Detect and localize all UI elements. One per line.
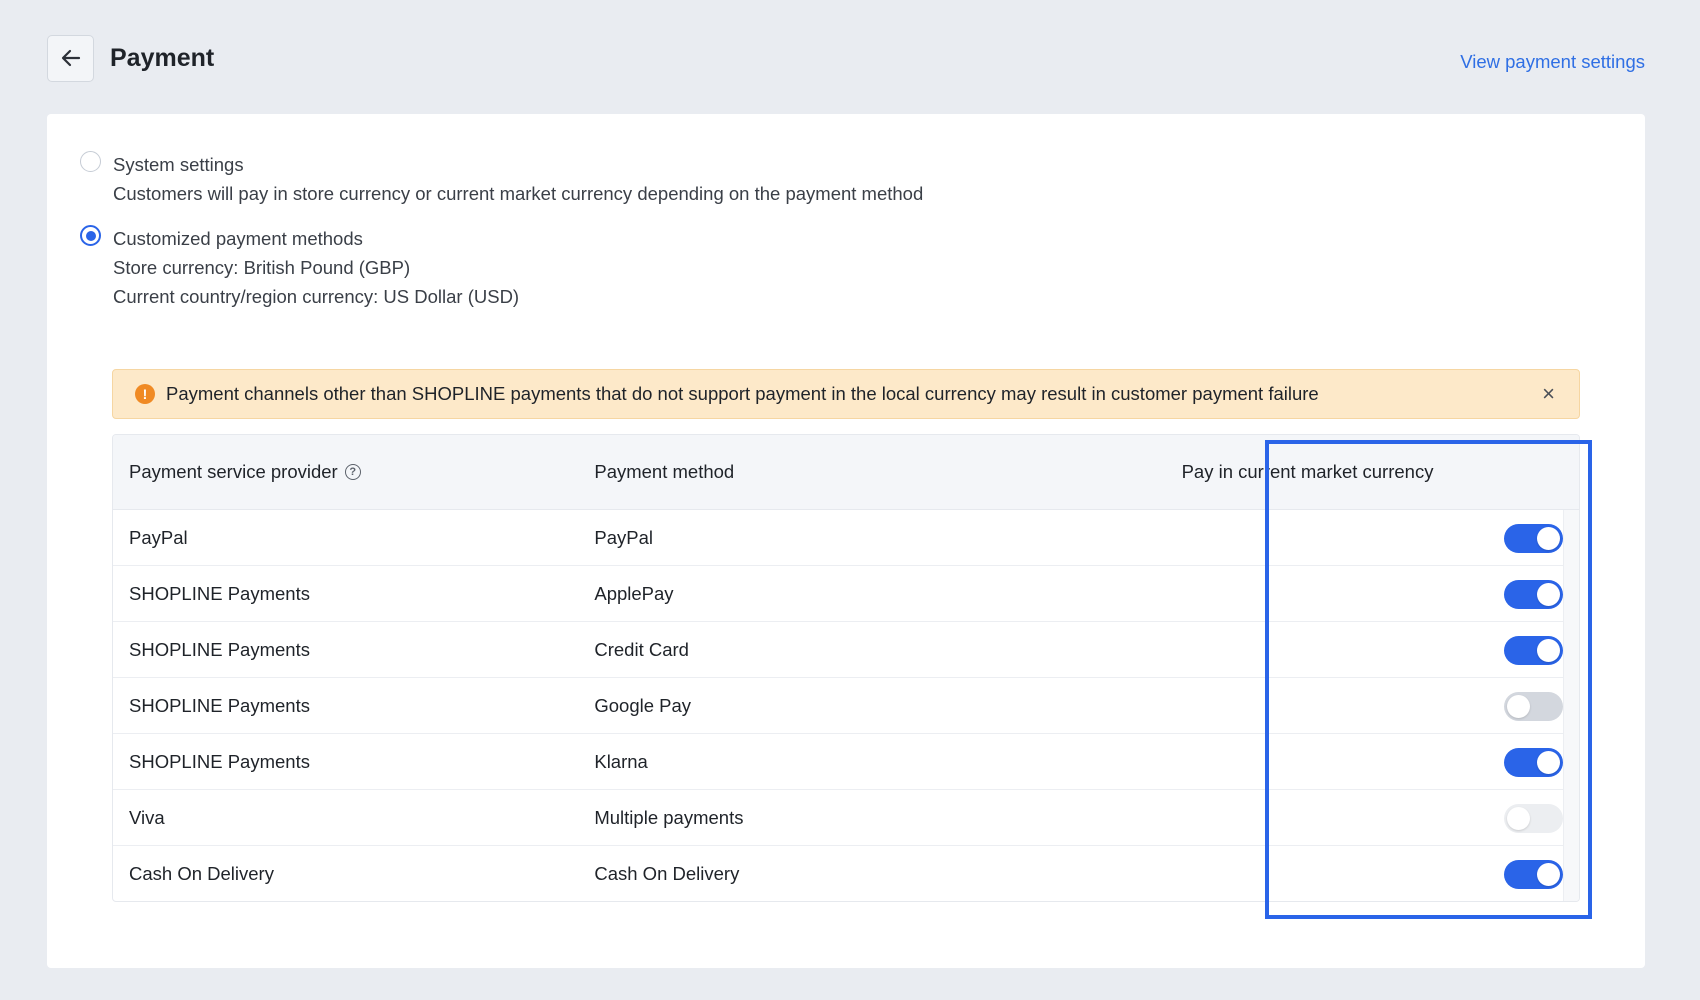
toggle-knob [1507, 807, 1530, 830]
method-cell: ApplePay [594, 582, 674, 604]
back-button[interactable] [47, 34, 94, 82]
market-currency-cell [1169, 622, 1579, 677]
market-currency-cell [1169, 790, 1579, 845]
market-currency-toggle[interactable] [1504, 860, 1563, 889]
method-cell: Klarna [594, 750, 648, 772]
provider-cell: PayPal [129, 526, 188, 548]
warning-alert: ! Payment channels other than SHOPLINE p… [112, 369, 1580, 419]
table-header: Payment service provider ? Payment metho… [113, 435, 1579, 510]
table-row: SHOPLINE Payments Klarna [113, 734, 1579, 790]
provider-cell: SHOPLINE Payments [129, 694, 310, 716]
market-currency-toggle[interactable] [1504, 580, 1563, 609]
exclamation-circle-icon: ! [135, 384, 155, 404]
market-currency-toggle[interactable] [1504, 636, 1563, 665]
toggle-knob [1537, 583, 1560, 606]
region-currency-text: Current country/region currency: US Doll… [113, 286, 520, 307]
payment-card: System settings Customers will pay in st… [47, 114, 1645, 968]
table-row: SHOPLINE Payments Credit Card [113, 622, 1579, 678]
option-customized-payment-methods[interactable]: Customized payment methods Store currenc… [80, 224, 519, 311]
scrollbar-track[interactable] [1563, 510, 1579, 901]
page-title: Payment [110, 43, 215, 72]
column-header-market-currency: Pay in current market currency [1181, 461, 1434, 482]
option-text: System settings Customers will pay in st… [113, 150, 923, 208]
market-currency-toggle [1504, 804, 1563, 833]
system-settings-label: System settings [113, 154, 244, 175]
market-currency-cell [1169, 734, 1579, 789]
payment-methods-table: Payment service provider ? Payment metho… [112, 434, 1580, 902]
system-settings-radio[interactable] [80, 151, 101, 172]
provider-cell: SHOPLINE Payments [129, 750, 310, 772]
close-icon[interactable]: × [1542, 383, 1555, 405]
toggle-knob [1537, 639, 1560, 662]
column-header-provider: Payment service provider ? [113, 461, 594, 483]
customized-payment-methods-label: Customized payment methods [113, 228, 363, 249]
provider-cell: Cash On Delivery [129, 863, 274, 884]
provider-cell: Viva [129, 806, 165, 828]
store-currency-text: Store currency: British Pound (GBP) [113, 257, 411, 278]
market-currency-toggle[interactable] [1504, 524, 1563, 553]
market-currency-cell [1169, 846, 1579, 901]
method-cell: PayPal [594, 526, 653, 548]
method-cell: Credit Card [594, 638, 689, 660]
question-circle-icon[interactable]: ? [344, 464, 361, 480]
toggle-knob [1537, 527, 1560, 550]
table-row: SHOPLINE Payments Google Pay [113, 678, 1579, 734]
market-currency-cell [1169, 678, 1579, 733]
provider-cell: SHOPLINE Payments [129, 638, 310, 660]
table-row: Cash On Delivery Cash On Delivery [113, 846, 1579, 901]
page-header: Payment View payment settings [47, 34, 1645, 82]
column-header-method: Payment method [594, 461, 735, 482]
view-payment-settings-link[interactable]: View payment settings [1460, 51, 1645, 73]
table-body: PayPal PayPal SHOPLINE Payments ApplePay SHO… [113, 510, 1579, 901]
table-row: Viva Multiple payments [113, 790, 1579, 846]
arrow-left-icon [61, 49, 80, 67]
method-cell: Google Pay [594, 694, 692, 716]
system-settings-description: Customers will pay in store currency or … [113, 183, 924, 204]
method-cell: Multiple payments [594, 806, 744, 828]
market-currency-toggle[interactable] [1504, 692, 1563, 721]
market-currency-cell [1169, 510, 1579, 565]
toggle-knob [1537, 751, 1560, 774]
provider-cell: SHOPLINE Payments [129, 582, 310, 604]
market-currency-toggle[interactable] [1504, 748, 1563, 777]
alert-message: Payment channels other than SHOPLINE pay… [166, 383, 1319, 404]
toggle-knob [1537, 863, 1560, 886]
market-currency-cell [1169, 566, 1579, 621]
toggle-knob [1507, 695, 1530, 718]
option-system-settings[interactable]: System settings Customers will pay in st… [80, 150, 923, 208]
customized-payment-methods-radio[interactable] [80, 225, 101, 246]
option-text: Customized payment methods Store currenc… [113, 224, 519, 311]
table-row: SHOPLINE Payments ApplePay [113, 566, 1579, 622]
method-cell: Cash On Delivery [594, 863, 740, 884]
provider-column-label: Payment service provider [129, 461, 338, 482]
table-row: PayPal PayPal [113, 510, 1579, 566]
